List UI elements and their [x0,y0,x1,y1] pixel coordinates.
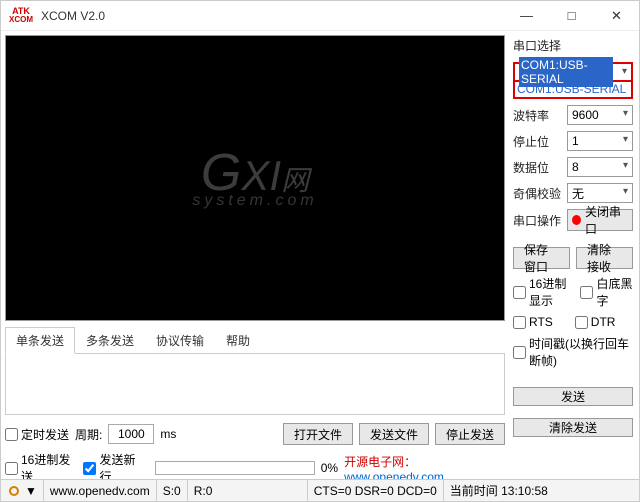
save-window-button[interactable]: 保存窗口 [513,247,570,269]
status-sent: S:0 [157,480,188,501]
check-hex-display[interactable]: 16进制显示 [513,275,576,309]
titlebar: ATKXCOM XCOM V2.0 — □ ✕ [1,1,639,31]
progress-bar [155,461,314,475]
baud-label: 波特率 [513,107,561,124]
check-timestamp[interactable]: 时间戳(以换行回车断帧) [513,335,633,369]
status-dot-icon [9,486,19,496]
send-file-button[interactable]: 发送文件 [359,423,429,445]
status-recv: R:0 [188,480,308,501]
maximize-button[interactable]: □ [549,1,594,31]
stop-send-button[interactable]: 停止发送 [435,423,505,445]
data-select[interactable]: 8 [567,157,633,177]
period-input[interactable] [108,424,154,444]
window-title: XCOM V2.0 [41,9,504,23]
send-button[interactable]: 发送 [513,387,633,406]
check-dtr[interactable]: DTR [575,315,616,329]
minimize-button[interactable]: — [504,1,549,31]
tab-help[interactable]: 帮助 [215,327,261,354]
status-site[interactable]: www.openedv.com [44,480,157,501]
progress-percent: 0% [321,461,338,475]
close-button[interactable]: ✕ [594,1,639,31]
clear-send-button[interactable]: 清除发送 [513,418,633,437]
statusbar: ▼ www.openedv.com S:0 R:0 CTS=0 DSR=0 DC… [1,479,639,501]
status-lines: CTS=0 DSR=0 DCD=0 [308,480,444,501]
port-toggle-button[interactable]: 关闭串口 [567,209,633,231]
check-timed-send[interactable]: 定时发送 [5,426,69,443]
open-file-button[interactable]: 打开文件 [283,423,353,445]
stop-label: 停止位 [513,133,561,150]
app-icon: ATKXCOM [7,5,35,27]
period-unit: ms [160,427,176,441]
record-icon [572,215,581,225]
status-indicator: ▼ [1,480,44,501]
parity-select[interactable]: 无 [567,183,633,203]
status-time: 当前时间 13:10:58 [444,480,554,501]
send-textarea[interactable] [5,353,505,415]
check-rts[interactable]: RTS [513,315,553,329]
op-label: 串口操作 [513,212,561,229]
tab-protocol[interactable]: 协议传输 [145,327,215,354]
data-label: 数据位 [513,159,561,176]
watermark: GXI网 system.com [192,147,317,209]
check-white-black[interactable]: 白底黑字 [580,275,633,309]
terminal-output[interactable]: GXI网 system.com [5,35,505,321]
port-group-label: 串口选择 [513,37,633,54]
period-label: 周期: [75,426,102,443]
send-tabs: 单条发送 多条发送 协议传输 帮助 [5,327,505,354]
stop-select[interactable]: 1 [567,131,633,151]
tab-multi-send[interactable]: 多条发送 [75,327,145,354]
parity-label: 奇偶校验 [513,185,561,202]
clear-recv-button[interactable]: 清除接收 [576,247,633,269]
tab-single-send[interactable]: 单条发送 [5,327,75,354]
baud-select[interactable]: 9600 [567,105,633,125]
port-select[interactable]: COM1:USB-SERIAL [513,62,633,82]
